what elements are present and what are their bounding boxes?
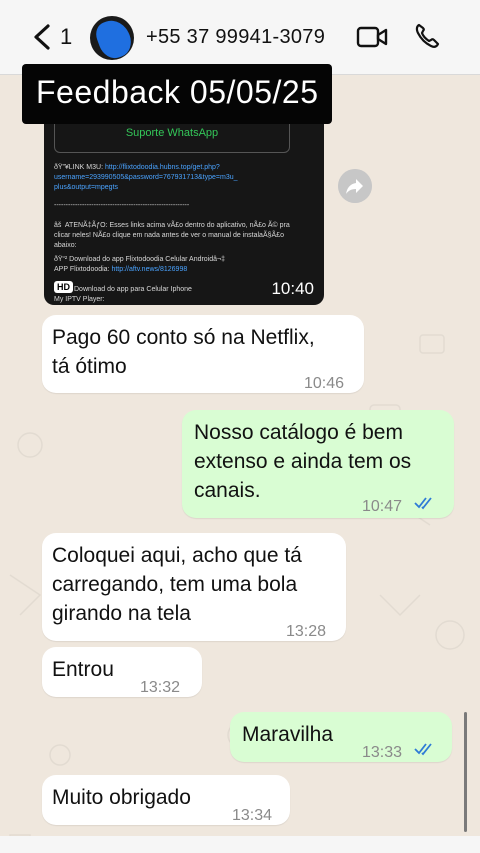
scrollbar[interactable] (464, 712, 467, 832)
unread-count[interactable]: 1 (60, 24, 72, 50)
message-text: Maravilha (242, 723, 334, 746)
message-text: tá ótimo (52, 355, 127, 378)
contact-name[interactable]: +55 37 99941-3079 (146, 26, 325, 49)
message-time: 13:33 (362, 744, 403, 761)
message-outgoing[interactable]: Nosso catálogo é bem extenso e ainda tem… (182, 410, 454, 518)
feedback-overlay-label: Feedback 05/05/25 (22, 64, 332, 124)
back-chevron-icon[interactable] (30, 22, 58, 52)
message-time: 13:34 (232, 807, 273, 824)
message-text: Pago 60 conto só na Netflix, (52, 326, 315, 349)
message-text: Muito obrigado (52, 786, 191, 809)
media-text-line: ðŸ”¥LINK M3U: http://flixtodoodia.hubns.… (54, 164, 220, 171)
media-text-line: plus&output=mpegts (54, 184, 119, 191)
message-list[interactable]: Suporte WhatsApp ðŸ”¥LINK M3U: http://fl… (0, 75, 480, 853)
message-text: canais. (194, 479, 261, 502)
message-text: extenso e ainda tem os (194, 450, 412, 473)
media-text-line: clicar neles! NÃ£o clique em nada antes … (54, 232, 284, 239)
media-text-line: âš ATENÃ‡ÃƒO: Esses links acima vÃ£o den… (54, 222, 290, 229)
video-call-icon[interactable] (356, 24, 388, 50)
message-incoming[interactable]: Muito obrigado 13:34 (42, 775, 290, 825)
media-text-line: Download do app para Celular Iphone (74, 286, 192, 293)
message-text: carregando, tem uma bola (52, 573, 298, 596)
forward-icon[interactable] (338, 169, 372, 203)
message-time: 10:46 (304, 375, 345, 392)
message-text: girando na tela (52, 602, 191, 625)
media-text-line: APP Flixtodoodia: http://aftv.news/81269… (54, 266, 188, 273)
message-time: 10:40 (271, 279, 314, 298)
hd-badge: HD (54, 281, 73, 293)
message-time: 13:32 (140, 679, 181, 696)
media-text-line: abaixo: (54, 242, 77, 249)
double-check-icon (414, 743, 432, 756)
message-time: 13:28 (286, 623, 327, 640)
media-text-line: username=293990505&password=767931713&ty… (54, 174, 238, 181)
media-divider: ----------------------------------------… (54, 202, 190, 209)
message-incoming[interactable]: Pago 60 conto só na Netflix, tá ótimo 10… (42, 315, 364, 393)
overlay-title: Feedback 05/05/25 (36, 74, 319, 110)
message-incoming[interactable]: Coloquei aqui, acho que tá carregando, t… (42, 533, 346, 641)
app-link[interactable]: http://aftv.news/8126998 (111, 266, 187, 273)
message-outgoing[interactable]: Maravilha 13:33 (230, 712, 452, 762)
media-text-line: ðŸ“² Download do app Flixtodoodia Celula… (54, 256, 226, 263)
message-text: Entrou (52, 658, 114, 681)
message-incoming[interactable]: Entrou 13:32 (42, 647, 202, 697)
avatar[interactable] (90, 16, 134, 60)
composer-bar[interactable] (0, 836, 480, 853)
phone-call-icon[interactable] (414, 22, 440, 50)
m3u-link[interactable]: http://flixtodoodia.hubns.top/get.php? (105, 164, 220, 171)
media-text-line: My IPTV Player: (54, 296, 107, 303)
message-text: Coloquei aqui, acho que tá (52, 544, 302, 567)
double-check-icon (414, 497, 432, 510)
message-text: Nosso catálogo é bem (194, 421, 403, 444)
message-time: 10:47 (362, 498, 403, 515)
